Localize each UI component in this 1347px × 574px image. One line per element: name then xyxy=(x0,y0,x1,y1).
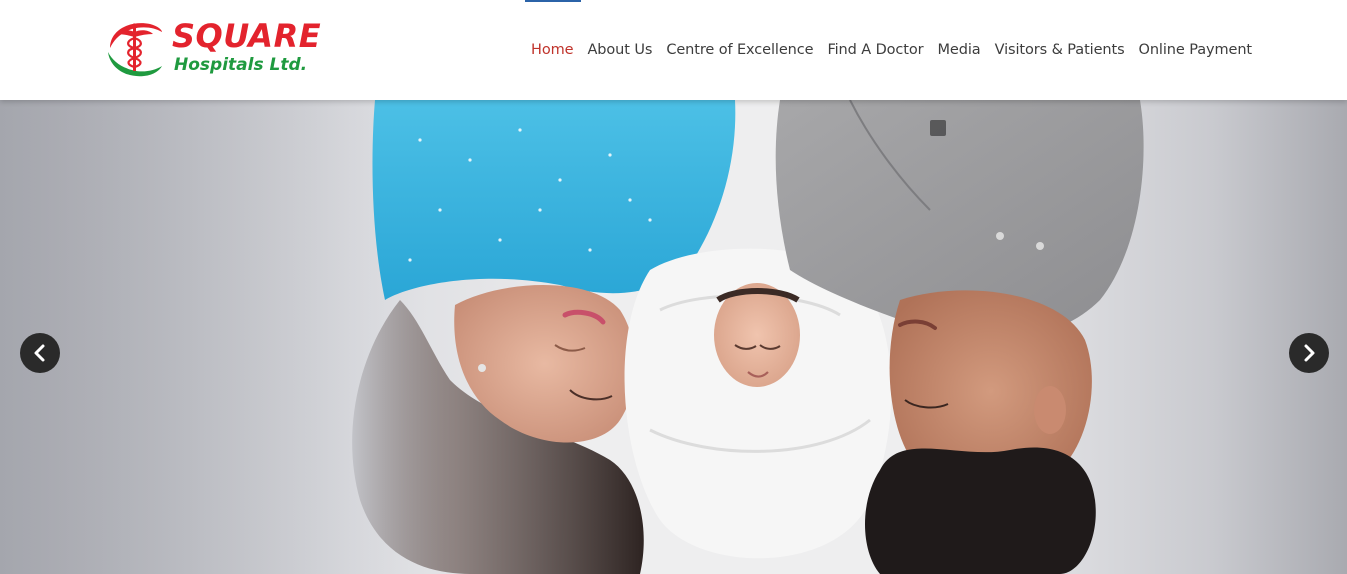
logo-name-hospitals: Hospitals Ltd. xyxy=(174,55,308,75)
nav-item-visitors-patients[interactable]: Visitors & Patients xyxy=(995,42,1125,58)
nav-item-home[interactable]: Home xyxy=(531,42,574,58)
hero-slider xyxy=(0,100,1347,574)
main-nav: Home About Us Centre of Excellence Find … xyxy=(517,38,1252,62)
chevron-left-icon xyxy=(34,344,45,362)
nav-item-about-us[interactable]: About Us xyxy=(587,42,652,58)
top-accent-bar xyxy=(525,0,581,2)
logo-name-square: SQUARE xyxy=(172,17,322,55)
site-logo[interactable]: SQUARE Hospitals Ltd. xyxy=(104,16,344,82)
slider-prev-button[interactable] xyxy=(20,333,60,373)
slider-next-button[interactable] xyxy=(1289,333,1329,373)
nav-item-online-payment[interactable]: Online Payment xyxy=(1139,42,1253,58)
caduceus-logo-icon xyxy=(108,23,162,77)
site-header: SQUARE Hospitals Ltd. Home About Us Cent… xyxy=(0,0,1347,100)
page: SQUARE Hospitals Ltd. Home About Us Cent… xyxy=(0,0,1347,574)
nav-item-centre-of-excellence[interactable]: Centre of Excellence xyxy=(666,42,813,58)
family-with-newborn-photo xyxy=(352,100,1144,574)
nav-item-media[interactable]: Media xyxy=(938,42,981,58)
chevron-right-icon xyxy=(1304,344,1315,362)
nav-item-find-a-doctor[interactable]: Find A Doctor xyxy=(827,42,923,58)
